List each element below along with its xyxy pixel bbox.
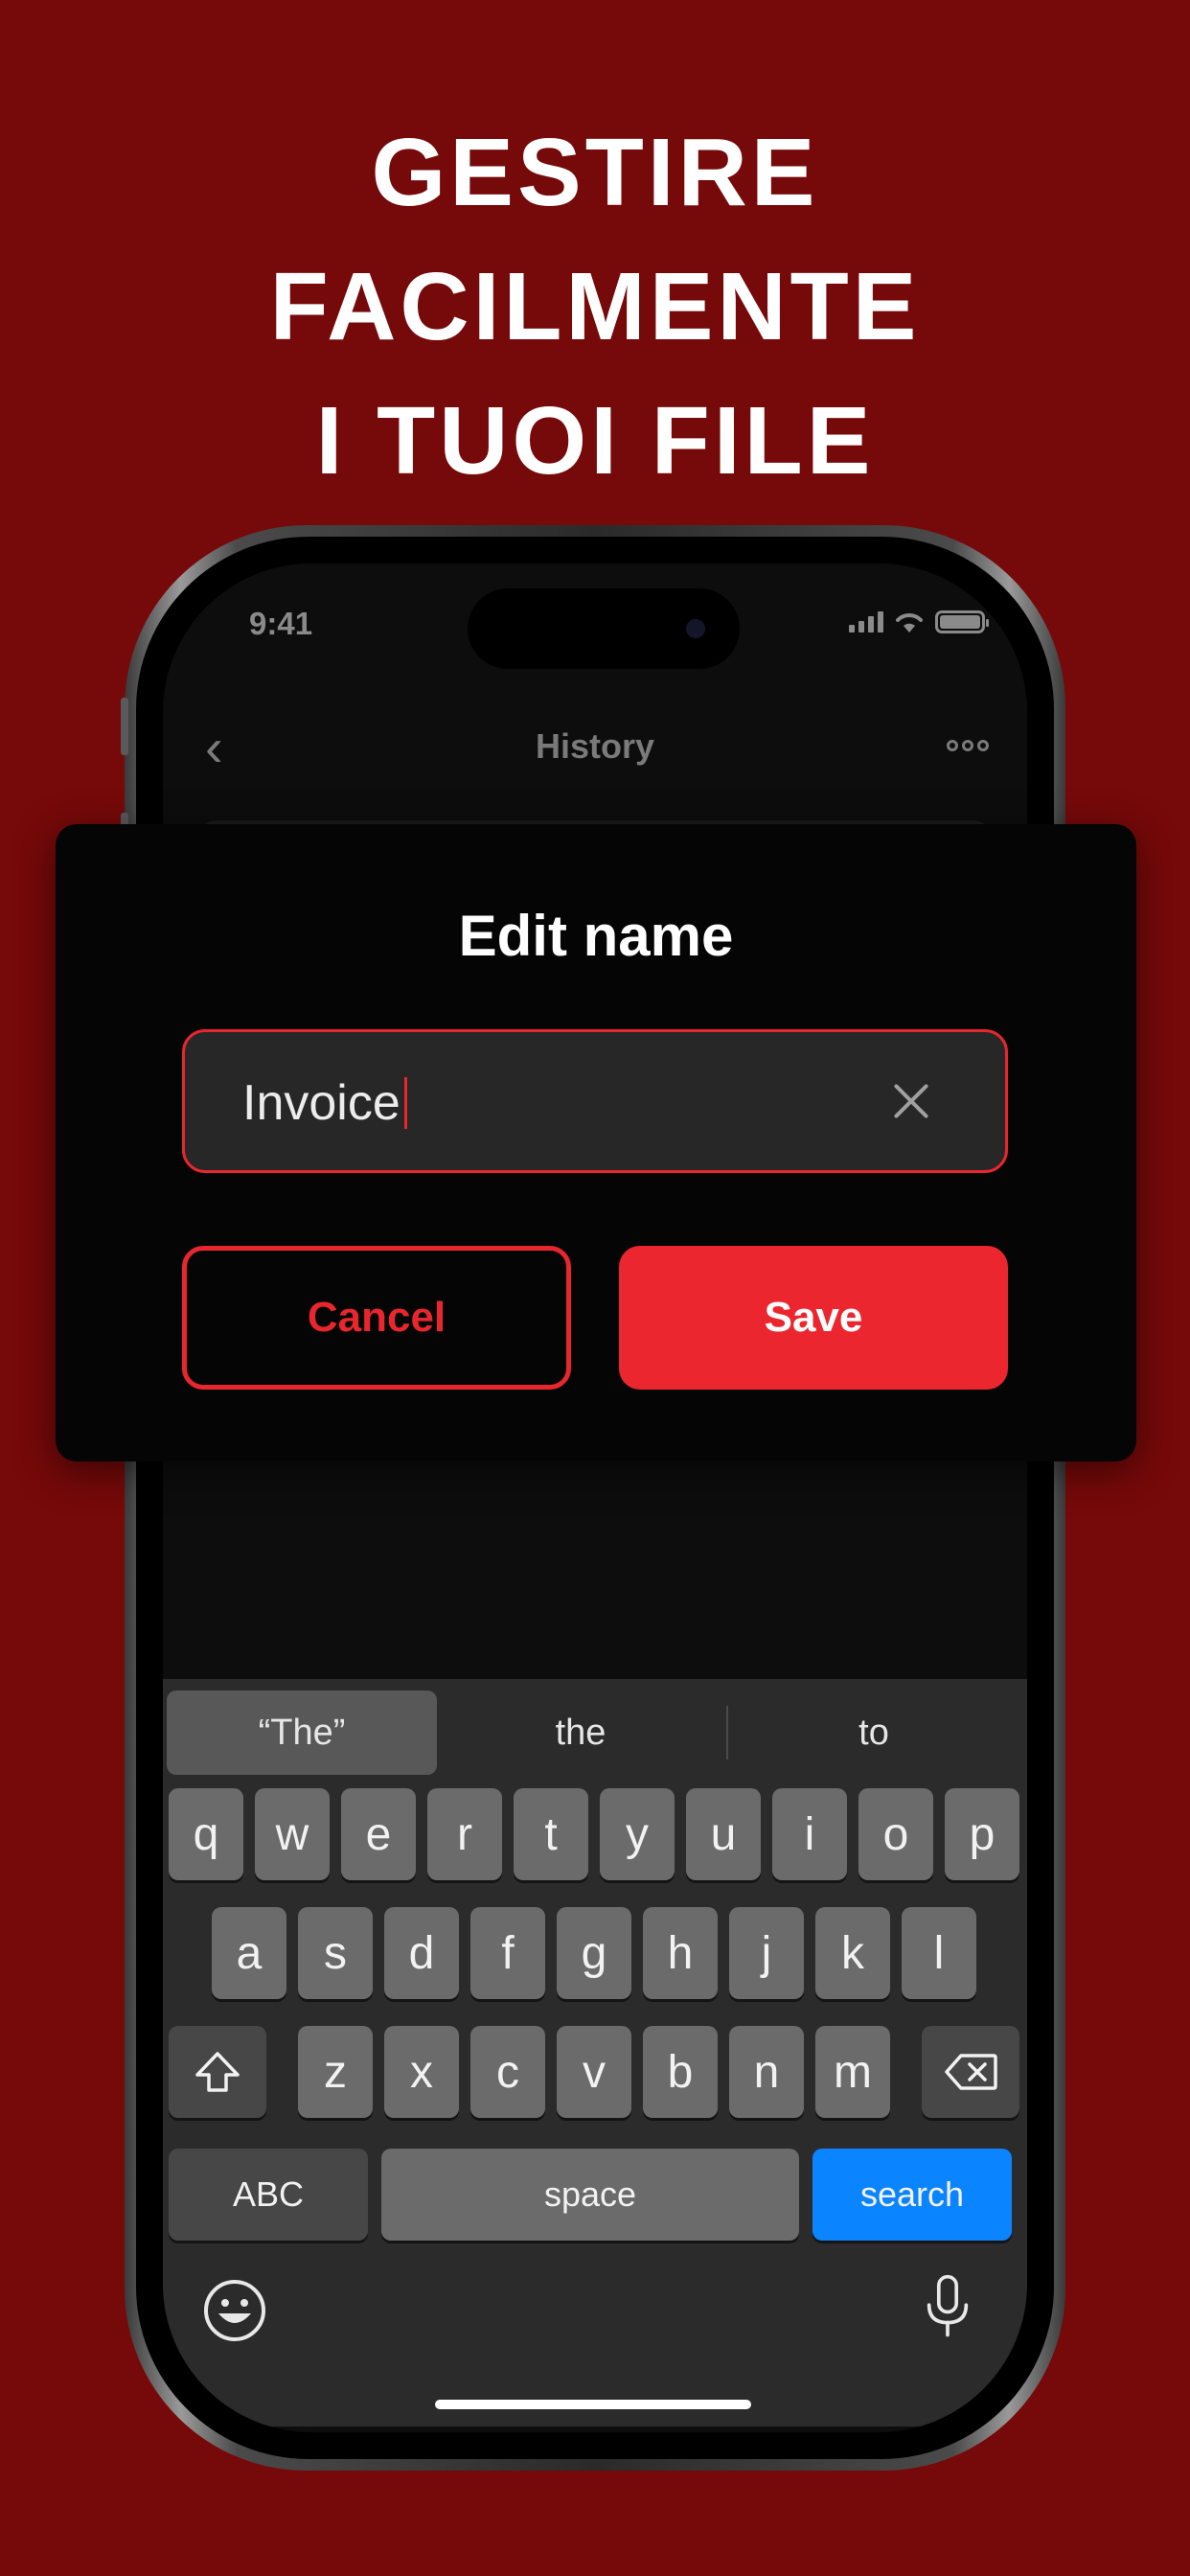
phone-frame: 9:41 ‹ History “The” the to q w e r t y …	[121, 525, 1069, 2471]
text-caret	[403, 1077, 407, 1129]
emoji-icon[interactable]	[201, 2277, 268, 2344]
shift-key[interactable]	[169, 2026, 266, 2118]
suggestion-3[interactable]: to	[732, 1690, 1016, 1775]
key-f[interactable]: f	[470, 1907, 545, 1999]
key-v[interactable]: v	[557, 2026, 631, 2118]
key-n[interactable]: n	[729, 2026, 804, 2118]
headline: GESTIRE FACILMENTE I TUOI FILE	[0, 105, 1190, 508]
name-input-value[interactable]: Invoice	[242, 1074, 407, 1132]
key-q[interactable]: q	[169, 1788, 243, 1880]
key-i[interactable]: i	[772, 1788, 847, 1880]
suggestion-1[interactable]: “The”	[167, 1690, 437, 1775]
battery-icon	[935, 610, 989, 633]
key-k[interactable]: k	[815, 1907, 890, 1999]
key-l[interactable]: l	[902, 1907, 976, 1999]
status-icons	[849, 610, 989, 634]
key-o[interactable]: o	[858, 1788, 933, 1880]
shift-icon	[195, 2052, 240, 2092]
suggestion-divider	[726, 1706, 728, 1760]
status-time: 9:41	[249, 606, 313, 641]
headline-line-3: I TUOI FILE	[315, 387, 875, 494]
key-x[interactable]: x	[384, 2026, 459, 2118]
microphone-icon[interactable]	[914, 2273, 981, 2340]
key-a[interactable]: a	[212, 1907, 286, 1999]
key-y[interactable]: y	[600, 1788, 675, 1880]
suggestion-2[interactable]: the	[441, 1690, 721, 1775]
more-icon[interactable]	[947, 740, 989, 751]
camera-icon	[686, 619, 705, 638]
edit-name-dialog: Edit name Invoice Cancel Save	[56, 824, 1136, 1461]
dialog-title: Edit name	[458, 904, 734, 968]
keyboard: “The” the to q w e r t y u i o p a s d f…	[163, 1679, 1027, 2426]
headline-line-2: FACILMENTE	[269, 253, 921, 360]
key-m[interactable]: m	[815, 2026, 890, 2118]
suggestion-bar: “The” the to	[163, 1690, 1027, 1775]
key-d[interactable]: d	[384, 1907, 459, 1999]
key-h[interactable]: h	[643, 1907, 718, 1999]
key-t[interactable]: t	[514, 1788, 588, 1880]
home-indicator[interactable]	[435, 2400, 751, 2409]
key-s[interactable]: s	[298, 1907, 373, 1999]
silent-switch	[121, 698, 128, 755]
key-z[interactable]: z	[298, 2026, 373, 2118]
cancel-button[interactable]: Cancel	[182, 1246, 571, 1390]
nav-bar: ‹ History	[163, 707, 1027, 794]
key-j[interactable]: j	[729, 1907, 804, 1999]
search-key[interactable]: search	[812, 2149, 1012, 2241]
status-bar: 9:41	[163, 564, 1027, 678]
key-c[interactable]: c	[470, 2026, 545, 2118]
backspace-key[interactable]	[922, 2026, 1019, 2118]
close-icon[interactable]	[890, 1080, 932, 1122]
backspace-icon	[945, 2054, 997, 2090]
abc-key[interactable]: ABC	[169, 2149, 368, 2241]
save-button[interactable]: Save	[619, 1246, 1008, 1390]
key-w[interactable]: w	[255, 1788, 330, 1880]
cellular-signal-icon	[849, 611, 883, 632]
wifi-icon	[896, 613, 923, 632]
headline-line-1: GESTIRE	[371, 119, 819, 226]
key-g[interactable]: g	[557, 1907, 631, 1999]
space-key[interactable]: space	[381, 2149, 799, 2241]
key-e[interactable]: e	[341, 1788, 416, 1880]
key-r[interactable]: r	[427, 1788, 502, 1880]
name-input-text: Invoice	[242, 1075, 400, 1131]
key-b[interactable]: b	[643, 2026, 718, 2118]
dynamic-island	[468, 588, 740, 669]
nav-title: History	[535, 726, 655, 766]
name-input[interactable]: Invoice	[182, 1029, 1008, 1173]
key-u[interactable]: u	[686, 1788, 761, 1880]
key-p[interactable]: p	[945, 1788, 1019, 1880]
